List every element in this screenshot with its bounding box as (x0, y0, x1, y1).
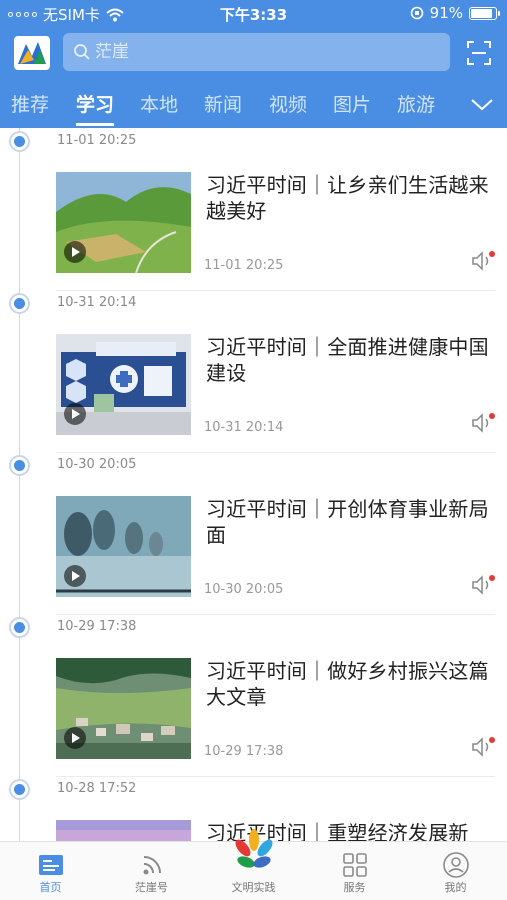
divider (56, 776, 495, 777)
tab-recommend[interactable]: 推荐 (11, 90, 49, 117)
timeline-dot-icon (9, 293, 30, 314)
list-item[interactable]: 11-01 20:25 习近平时间｜让乡亲们生活越来越美好 11-01 20:2… (0, 130, 507, 292)
battery-group: 91% (410, 4, 500, 22)
status-bar: 无SIM卡 下午3:33 91% (0, 0, 507, 28)
timeline-time: 10-29 17:38 (57, 619, 137, 634)
article-title[interactable]: 习近平时间｜全面推进健康中国建设 (206, 334, 491, 386)
list-item[interactable]: 10-30 20:05 习近平时间｜开创体育事业新局面 10-30 20:05 (0, 454, 507, 616)
bottom-tab-bar: 首页 茫崖号 文明实践 服务 我的 (0, 829, 507, 900)
nav-mangya-label: 茫崖号 (135, 881, 168, 894)
nav-home[interactable]: 首页 (0, 842, 101, 900)
video-thumbnail[interactable] (56, 658, 191, 759)
orientation-lock-icon (410, 6, 423, 20)
timeline-time: 10-30 20:05 (57, 457, 137, 472)
rss-icon (143, 856, 161, 875)
article-title[interactable]: 习近平时间｜让乡亲们生活越来越美好 (206, 172, 491, 224)
channel-tabs: 推荐 学习 本地 新闻 视频 图片 旅游 (0, 86, 507, 126)
nav-services[interactable]: 服务 (304, 842, 405, 900)
grid-icon (343, 853, 367, 877)
top-header: 无SIM卡 下午3:33 91% 茫崖 推荐 学习 本地 新闻 视频 图片 旅游 (0, 0, 507, 128)
video-thumbnail[interactable] (56, 820, 191, 841)
divider (56, 290, 495, 291)
petal-logo-icon (235, 829, 273, 868)
user-icon (443, 852, 469, 878)
scan-icon[interactable] (466, 40, 492, 66)
list-item[interactable]: 10-31 20:14 习近平时间｜全面推进健康中国建设 10-31 20:14 (0, 292, 507, 454)
video-thumbnail[interactable] (56, 334, 191, 435)
timeline-time: 10-31 20:14 (57, 295, 137, 310)
search-bar[interactable] (63, 33, 450, 71)
play-icon (64, 241, 86, 263)
timeline-time: 10-28 17:52 (57, 781, 137, 796)
tab-study[interactable]: 学习 (76, 90, 115, 126)
timeline-dot-icon (9, 455, 30, 476)
home-icon (39, 855, 63, 875)
audio-play-icon[interactable] (470, 574, 496, 596)
chevron-down-icon[interactable] (469, 94, 495, 114)
article-date: 11-01 20:25 (204, 258, 284, 273)
article-title[interactable]: 习近平时间｜开创体育事业新局面 (206, 496, 491, 548)
list-item[interactable]: 10-29 17:38 习近平时间｜做好乡村振兴这篇大文章 10-29 17:3… (0, 616, 507, 778)
divider (56, 614, 495, 615)
tab-pictures[interactable]: 图片 (333, 90, 371, 117)
tab-news[interactable]: 新闻 (204, 90, 242, 117)
nav-civilization-label: 文明实践 (231, 881, 276, 894)
timeline-dot-icon (9, 779, 30, 800)
audio-play-icon[interactable] (470, 736, 496, 758)
timeline-dot-icon (9, 617, 30, 638)
article-title[interactable]: 习近平时间｜做好乡村振兴这篇大文章 (206, 658, 491, 710)
nav-civilization-practice[interactable]: 文明实践 (203, 829, 304, 900)
search-icon (74, 44, 90, 60)
app-logo[interactable] (14, 36, 50, 70)
play-icon (64, 565, 86, 587)
search-input[interactable] (95, 42, 425, 62)
battery-percent: 91% (429, 4, 463, 22)
app-logo-icon (18, 42, 46, 64)
tab-travel[interactable]: 旅游 (397, 90, 435, 117)
video-thumbnail[interactable] (56, 172, 191, 273)
tab-video[interactable]: 视频 (269, 90, 307, 117)
timeline-dot-icon (9, 131, 30, 152)
audio-play-icon[interactable] (470, 412, 496, 434)
timeline-time: 11-01 20:25 (57, 133, 137, 148)
video-thumbnail[interactable] (56, 496, 191, 597)
audio-play-icon[interactable] (470, 250, 496, 272)
article-date: 10-30 20:05 (204, 582, 284, 597)
battery-icon (469, 6, 500, 20)
nav-home-label: 首页 (39, 881, 62, 894)
divider (56, 452, 495, 453)
battery-fill (471, 8, 492, 18)
play-icon (64, 727, 86, 749)
nav-profile-label: 我的 (444, 881, 467, 894)
nav-mangya-account[interactable]: 茫崖号 (101, 842, 202, 900)
tab-local[interactable]: 本地 (140, 90, 178, 117)
nav-profile[interactable]: 我的 (405, 842, 506, 900)
play-icon (64, 403, 86, 425)
article-date: 10-31 20:14 (204, 420, 284, 435)
nav-services-label: 服务 (343, 881, 366, 894)
news-timeline: 11-01 20:25 习近平时间｜让乡亲们生活越来越美好 11-01 20:2… (0, 128, 507, 841)
article-date: 10-29 17:38 (204, 744, 284, 759)
sunset-city-image (56, 820, 191, 841)
